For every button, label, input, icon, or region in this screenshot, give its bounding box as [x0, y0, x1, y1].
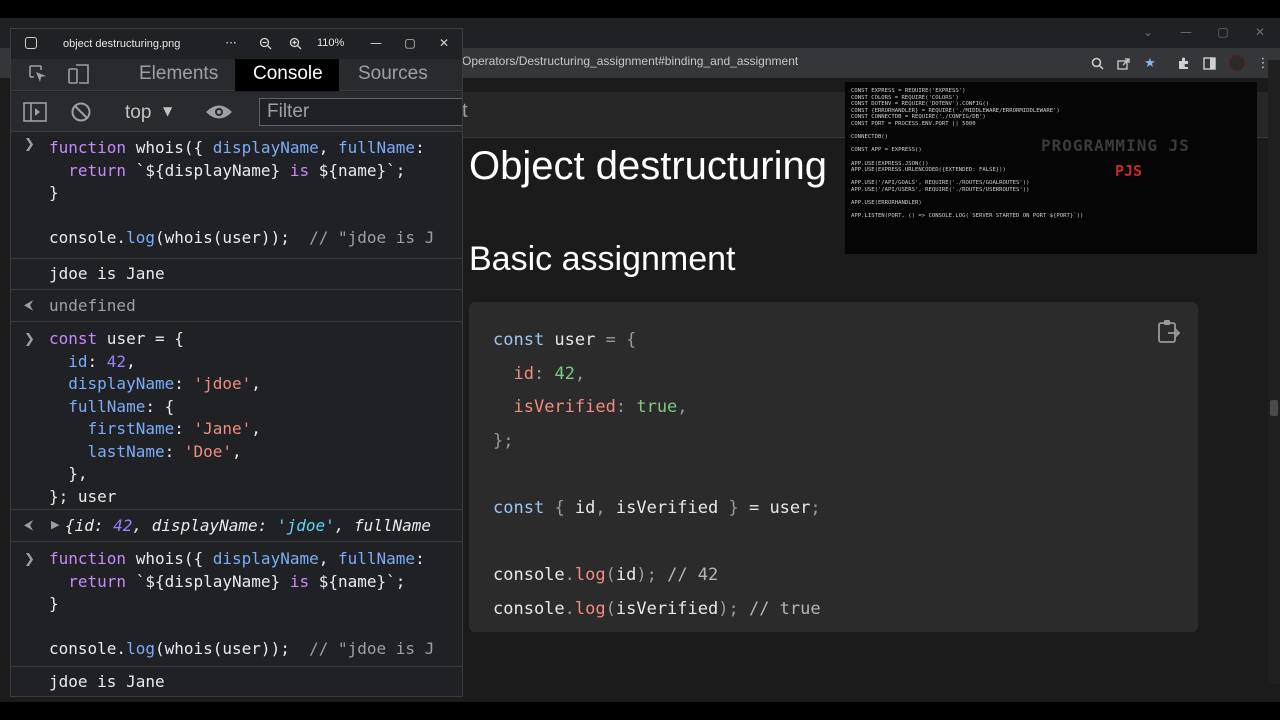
devtools-tabbar: Elements Console Sources	[11, 59, 462, 91]
console-return-value: ⮜ undefined	[11, 290, 462, 322]
share-icon[interactable]	[1114, 53, 1134, 73]
zoom-level: 110%	[317, 37, 345, 49]
minimize-button[interactable]: —	[1168, 21, 1204, 43]
image-viewer-window: object destructuring.png ··· 110% — ▢ ✕	[10, 28, 463, 697]
code-line: const user = {	[493, 330, 637, 350]
tab-sources[interactable]: Sources	[358, 63, 428, 85]
return-text: undefined	[49, 296, 136, 315]
copy-icon[interactable]	[1156, 318, 1182, 346]
close-button[interactable]: ✕	[1242, 21, 1278, 43]
code-example: const user = { id: 42, isVerified: true,…	[469, 302, 1198, 632]
code-line: const { id, isVerified } = user;	[493, 497, 821, 518]
video-thumbnail: CONST EXPRESS = REQUIRE('EXPRESS') CONST…	[845, 82, 1257, 254]
extensions-icon[interactable]	[1173, 53, 1193, 73]
tab-search-icon[interactable]: ⌄	[1130, 21, 1166, 43]
console-output: ❯ function whois({ displayName, fullName…	[11, 133, 462, 696]
page-title: Object destructuring	[469, 144, 827, 188]
viewer-maximize-button[interactable]: ▢	[401, 33, 419, 53]
tab-console[interactable]: Console	[253, 63, 323, 85]
console-return-value[interactable]: ⮜ ▶ {id: 42, displayName: 'jdoe', fullNa…	[11, 509, 462, 542]
filter-input[interactable]	[260, 99, 462, 125]
viewer-close-button[interactable]: ✕	[435, 33, 453, 53]
device-toolbar-icon[interactable]	[67, 63, 91, 89]
more-options-button[interactable]: ···	[221, 33, 241, 53]
console-code: function whois({ displayName, fullName: …	[49, 549, 435, 658]
console-toolbar: top ▼	[11, 92, 462, 132]
star-icon[interactable]: ★	[1140, 53, 1160, 73]
code-line: id: 42,	[513, 363, 586, 384]
page-scrollbar[interactable]	[1268, 60, 1280, 684]
inspect-element-icon[interactable]	[27, 63, 49, 89]
log-text: jdoe is Jane	[49, 672, 165, 691]
chevron-down-icon[interactable]: ▼	[163, 104, 172, 118]
filter-box	[259, 98, 462, 126]
zoom-icon[interactable]	[1087, 53, 1107, 73]
context-selector[interactable]: top	[125, 102, 151, 124]
console-code: const user = { id: 42, displayName: 'jdo…	[49, 329, 261, 506]
zoom-in-icon[interactable]	[285, 33, 305, 53]
return-arrow-icon: ⮜	[24, 298, 34, 313]
console-code: function whois({ displayName, fullName: …	[49, 138, 435, 247]
devtools-panel: Elements Console Sources top ▼ Filter ❯ …	[11, 59, 462, 696]
console-input-entry: ❯ function whois({ displayName, fullName…	[11, 133, 462, 258]
code-line: console.log(id); // 42	[493, 565, 719, 586]
section-heading: Basic assignment	[469, 240, 736, 278]
chevron-right-icon: ❯	[24, 137, 35, 152]
thumbnail-subtitle: PJS	[1115, 162, 1143, 180]
profile-avatar[interactable]	[1229, 55, 1245, 71]
viewer-titlebar: object destructuring.png ··· 110% — ▢ ✕	[11, 29, 462, 59]
scroll-thumb[interactable]	[1270, 400, 1278, 416]
code-line: };	[493, 430, 514, 451]
maximize-button[interactable]: ▢	[1205, 21, 1241, 43]
chevron-right-icon: ❯	[24, 332, 35, 347]
thumbnail-title: PROGRAMMING JS	[1041, 136, 1190, 155]
expand-triangle-icon[interactable]: ▶	[51, 518, 59, 531]
console-log-output: jdoe is Jane	[11, 666, 462, 696]
clear-console-icon[interactable]	[70, 101, 92, 127]
url-text[interactable]: Operators/Destructuring_assignment#bindi…	[462, 54, 798, 68]
log-text: jdoe is Jane	[49, 264, 165, 283]
code-line: isVerified: true,	[513, 397, 688, 418]
console-log-output: jdoe is Jane	[11, 258, 462, 290]
code-line: console.log(isVerified); // true	[493, 598, 821, 619]
screen: ⌄ — ▢ ✕ Operators/Destructuring_assignme…	[0, 0, 1280, 720]
return-arrow-icon: ⮜	[24, 518, 34, 533]
sidebar-icon[interactable]	[1199, 53, 1219, 73]
console-input-entry: ❯ const user = { id: 42, displayName: 'j…	[11, 322, 462, 509]
eye-icon[interactable]	[205, 103, 233, 125]
code-block: const user = { id: 42, isVerified: true,…	[493, 324, 821, 626]
object-preview[interactable]: {id: 42, displayName: 'jdoe', fullName	[65, 515, 431, 538]
tab-elements[interactable]: Elements	[139, 63, 218, 85]
photos-app-icon	[25, 37, 37, 49]
zoom-out-icon[interactable]	[255, 33, 275, 53]
console-input-entry: ❯ function whois({ displayName, fullName…	[11, 542, 462, 666]
viewer-filename: object destructuring.png	[63, 38, 181, 50]
sidebar-toggle-icon[interactable]	[23, 102, 47, 126]
chevron-right-icon: ❯	[24, 552, 35, 567]
viewer-minimize-button[interactable]: —	[367, 33, 385, 53]
